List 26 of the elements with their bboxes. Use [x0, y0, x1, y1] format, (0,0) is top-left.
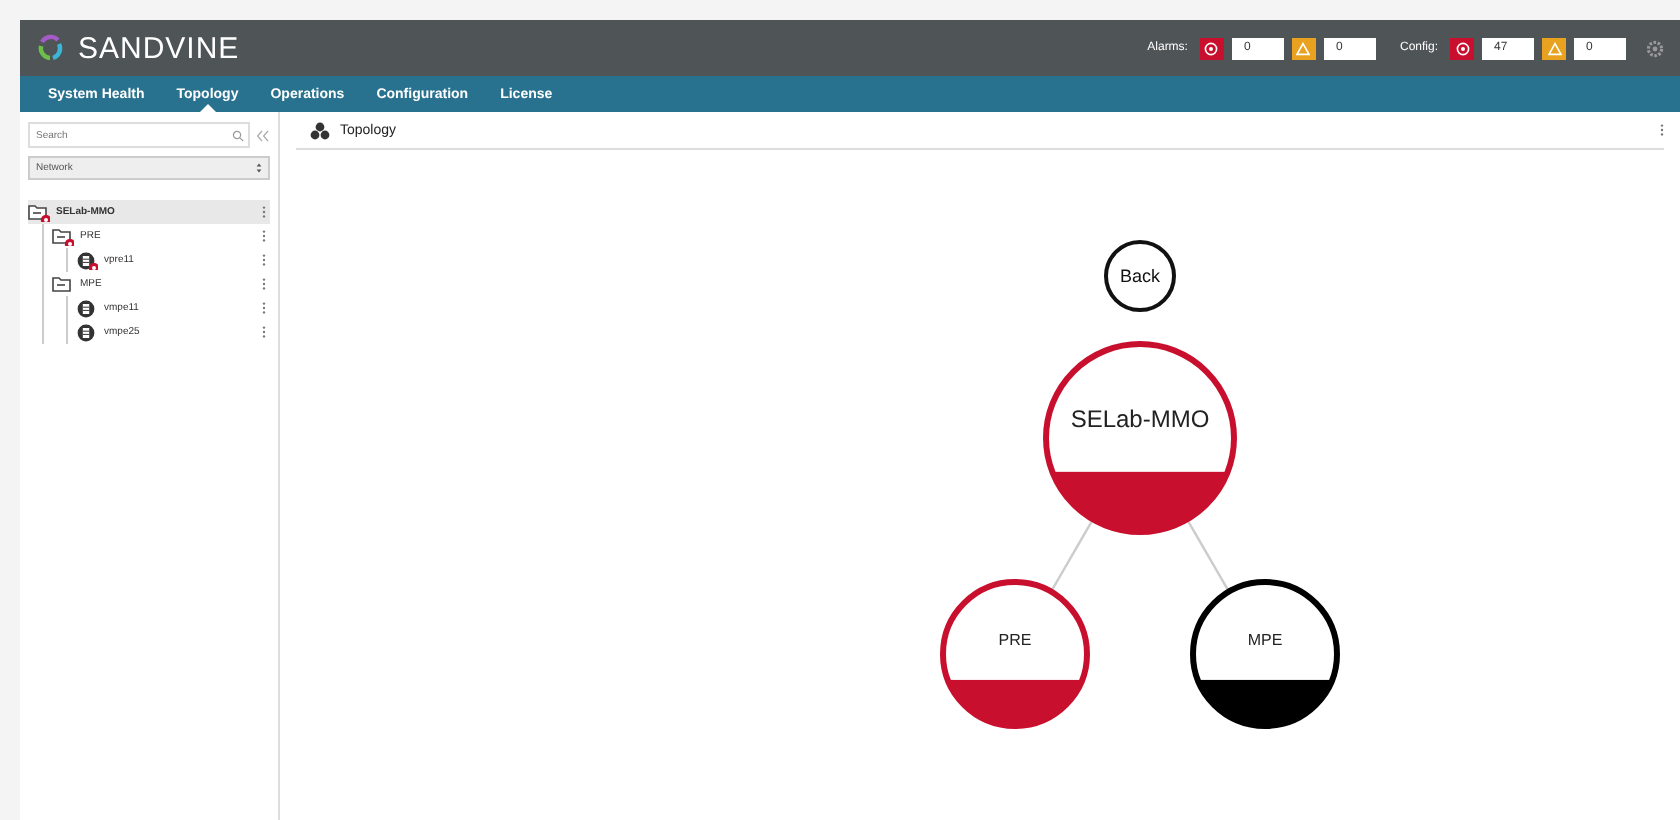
node-label: PRE	[998, 631, 1032, 650]
topology-node[interactable]	[1043, 341, 1237, 535]
search-icon	[232, 129, 244, 141]
alarm-icon	[1199, 37, 1224, 59]
collapse-icon[interactable]	[256, 129, 270, 141]
topology-node[interactable]	[1190, 579, 1340, 729]
folder-icon	[52, 275, 74, 293]
topology-node[interactable]	[940, 579, 1090, 729]
back-button[interactable]: Back	[1104, 240, 1176, 312]
connector-line	[1186, 518, 1230, 593]
server-icon	[76, 251, 98, 269]
folder-icon	[52, 227, 74, 245]
warning-icon	[1542, 37, 1566, 59]
settings-icon[interactable]	[1646, 39, 1664, 57]
logo-icon	[36, 34, 64, 62]
alarm-icon	[1450, 37, 1474, 59]
connector-line	[1050, 518, 1094, 593]
warning-icon	[1291, 37, 1316, 59]
folder-icon	[28, 203, 50, 221]
node-label: SELab-MMO	[1070, 404, 1210, 433]
brand-name: SANDVINE	[78, 31, 240, 65]
sort-icon	[256, 162, 262, 174]
server-icon	[76, 323, 98, 341]
topology-icon	[310, 121, 330, 139]
node-label: MPE	[1247, 631, 1283, 650]
server-icon	[76, 299, 98, 317]
